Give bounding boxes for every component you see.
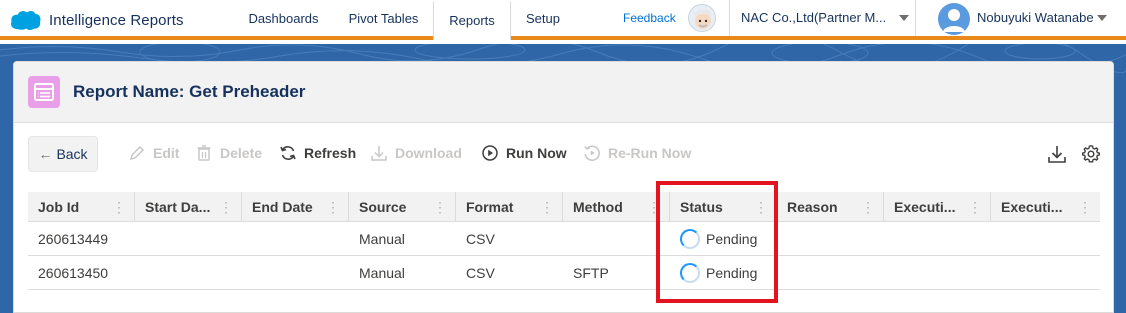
back-button[interactable]: ← Back	[28, 136, 98, 172]
jobs-table: Job Id ⋮ Start Da... ⋮ End Date ⋮ Source ⋮ F…	[28, 192, 1100, 290]
more-vertical-icon[interactable]: ⋮	[540, 192, 554, 222]
column-header-execution-2[interactable]: Executi... ⋮	[991, 192, 1100, 222]
edit-label: Edit	[153, 145, 180, 161]
table-header: Job Id ⋮ Start Da... ⋮ End Date ⋮ Source ⋮ F…	[28, 192, 1100, 222]
org-switcher[interactable]: NAC Co.,Ltd(Partner M...	[741, 0, 886, 36]
download-icon	[370, 144, 388, 162]
column-header-start-date[interactable]: Start Da... ⋮	[135, 192, 242, 222]
column-header-source[interactable]: Source ⋮	[349, 192, 456, 222]
chevron-down-icon[interactable]	[1097, 15, 1107, 21]
column-label: Executi...	[894, 199, 956, 215]
column-label: Job Id	[38, 199, 80, 215]
download-button[interactable]: Download	[370, 142, 462, 164]
run-now-label: Run Now	[506, 145, 567, 161]
more-vertical-icon[interactable]: ⋮	[326, 192, 340, 222]
column-header-job-id[interactable]: Job Id ⋮	[28, 192, 135, 222]
column-label: Method	[573, 199, 623, 215]
tab-pivot-tables[interactable]: Pivot Tables	[338, 0, 429, 40]
column-header-end-date[interactable]: End Date ⋮	[242, 192, 349, 222]
rerun-now-button[interactable]: Re-Run Now	[583, 142, 691, 164]
cell-source: Manual	[359, 231, 405, 247]
brand[interactable]: Intelligence Reports	[10, 6, 184, 34]
back-button-label: Back	[56, 146, 88, 162]
table-row[interactable]: 260613450 Manual CSV SFTP Pending	[28, 256, 1100, 290]
page-title: Report Name: Get Preheader	[73, 82, 306, 101]
tab-dashboards[interactable]: Dashboards	[235, 0, 332, 40]
cell-job-id: 260613449	[38, 231, 109, 247]
pencil-icon	[128, 144, 146, 162]
more-vertical-icon[interactable]: ⋮	[219, 192, 233, 222]
download-label: Download	[395, 145, 462, 161]
refresh-label: Refresh	[304, 145, 357, 161]
more-vertical-icon[interactable]: ⋮	[861, 192, 875, 222]
cell-source: Manual	[359, 265, 405, 281]
column-label: Format	[466, 199, 514, 215]
cell-job-id: 260613450	[38, 265, 109, 281]
column-header-reason[interactable]: Reason ⋮	[777, 192, 884, 222]
rerun-now-label: Re-Run Now	[608, 145, 692, 161]
user-menu[interactable]: Nobuyuki Watanabe	[977, 0, 1094, 36]
nav-divider	[729, 0, 730, 36]
card-header: Report Name: Get Preheader	[14, 62, 1113, 123]
column-label: End Date	[252, 199, 313, 215]
arrow-left-icon: ←	[38, 146, 53, 162]
status-highlight-box	[656, 181, 778, 303]
edit-button[interactable]: Edit	[128, 142, 179, 164]
gear-icon[interactable]	[1081, 144, 1101, 164]
replay-icon	[583, 144, 601, 162]
column-label: Source	[359, 199, 407, 215]
column-header-format[interactable]: Format ⋮	[456, 192, 563, 222]
table-row[interactable]: 260613449 Manual CSV Pending	[28, 222, 1100, 256]
column-header-method[interactable]: Method ⋮	[563, 192, 670, 222]
column-header-execution-1[interactable]: Executi... ⋮	[884, 192, 991, 222]
refresh-icon	[279, 144, 297, 162]
delete-label: Delete	[220, 145, 263, 161]
tab-reports[interactable]: Reports	[433, 0, 511, 40]
nav-divider	[915, 0, 916, 36]
user-avatar[interactable]	[938, 3, 970, 35]
more-vertical-icon[interactable]: ⋮	[1078, 192, 1092, 222]
column-label: Start Da...	[145, 199, 211, 215]
feedback-link[interactable]: Feedback	[623, 0, 676, 36]
tab-setup[interactable]: Setup	[515, 0, 571, 40]
cell-format: CSV	[466, 265, 495, 281]
trash-icon	[195, 144, 213, 162]
more-vertical-icon[interactable]: ⋮	[433, 192, 447, 222]
download-icon[interactable]	[1047, 144, 1067, 164]
column-label: Executi...	[1001, 199, 1063, 215]
more-vertical-icon[interactable]: ⋮	[968, 192, 982, 222]
delete-button[interactable]: Delete	[195, 142, 262, 164]
chevron-down-icon[interactable]	[899, 15, 909, 21]
cell-format: CSV	[466, 231, 495, 247]
refresh-button[interactable]: Refresh	[279, 142, 356, 164]
salesforce-cloud-logo	[10, 9, 41, 31]
play-circle-icon	[481, 144, 499, 162]
app-name: Intelligence Reports	[49, 11, 184, 29]
cell-method	[563, 222, 573, 256]
cell-method: SFTP	[573, 265, 609, 281]
report-card: Report Name: Get Preheader ← Back Edit D…	[13, 61, 1114, 313]
more-vertical-icon[interactable]: ⋮	[112, 192, 126, 222]
column-label: Reason	[787, 199, 838, 215]
run-now-button[interactable]: Run Now	[481, 142, 567, 164]
einstein-avatar[interactable]	[688, 4, 716, 32]
report-table-icon	[28, 76, 60, 108]
top-nav: Intelligence Reports Dashboards Pivot Ta…	[0, 0, 1126, 40]
